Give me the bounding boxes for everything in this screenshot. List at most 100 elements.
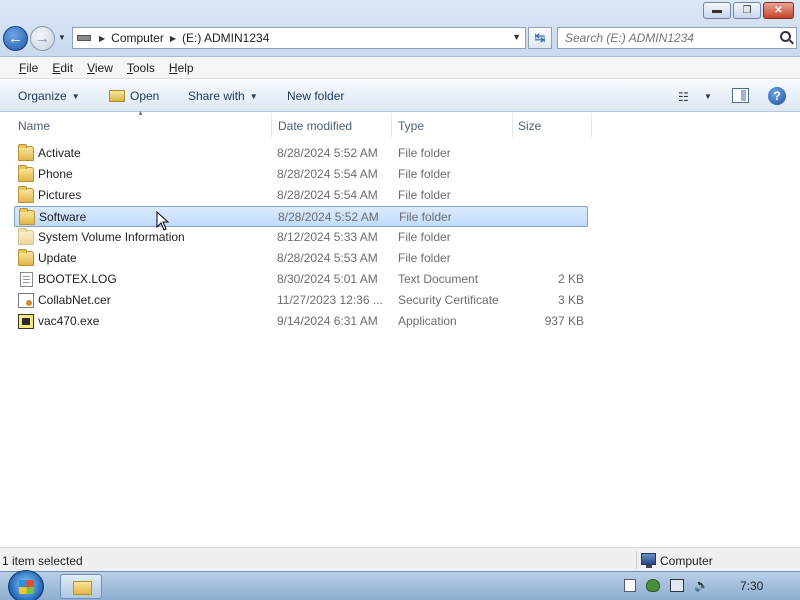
breadcrumb-drive[interactable]: (E:) ADMIN1234: [182, 31, 269, 45]
file-date: 8/28/2024 5:54 AM: [277, 167, 378, 181]
file-name: Pictures: [38, 188, 82, 202]
list-item[interactable]: Pictures 8/28/2024 5:54 AM File folder: [14, 185, 588, 206]
file-date: 9/14/2024 6:31 AM: [277, 314, 378, 328]
sort-ascending-icon: ▲: [137, 110, 144, 117]
computer-icon: [641, 553, 656, 568]
file-size: 937 KB: [544, 314, 584, 328]
file-name: vac470.exe: [38, 314, 100, 328]
column-headers: ▲ Name Date modified Type Size: [0, 110, 800, 137]
file-date: 8/28/2024 5:53 AM: [277, 251, 378, 265]
refresh-button[interactable]: ↹: [528, 27, 552, 49]
application-icon: [18, 314, 34, 329]
start-button[interactable]: [8, 570, 44, 600]
notification-document-icon[interactable]: [624, 579, 636, 592]
folder-icon: [18, 144, 34, 161]
file-date: 8/30/2024 5:01 AM: [277, 272, 378, 286]
help-icon[interactable]: ?: [768, 87, 786, 105]
change-view-icon[interactable]: ☷: [678, 90, 689, 104]
file-type: File folder: [398, 146, 451, 160]
file-name: Software: [39, 210, 87, 224]
menu-view[interactable]: View: [87, 61, 113, 75]
column-divider[interactable]: [591, 113, 592, 137]
column-divider[interactable]: [391, 113, 392, 137]
file-type: File folder: [398, 251, 451, 265]
forward-button[interactable]: →: [30, 26, 55, 51]
new-folder-button[interactable]: New folder: [287, 89, 344, 103]
close-button[interactable]: ✕: [763, 2, 794, 19]
chevron-right-icon[interactable]: ▶: [99, 34, 105, 43]
file-name: Phone: [38, 167, 73, 181]
breadcrumb-computer[interactable]: Computer: [111, 31, 164, 45]
file-date: 8/28/2024 5:52 AM: [277, 146, 378, 160]
folder-icon: [18, 186, 34, 203]
back-button[interactable]: ←: [3, 26, 28, 51]
search-box[interactable]: [557, 27, 797, 49]
search-icon[interactable]: [780, 31, 791, 42]
column-type[interactable]: Type: [398, 119, 424, 133]
list-item[interactable]: Activate 8/28/2024 5:52 AM File folder: [14, 143, 588, 164]
list-item[interactable]: CollabNet.cer 11/27/2023 12:36 ... Secur…: [14, 290, 588, 311]
folder-icon: [18, 249, 34, 266]
file-type: Text Document: [398, 272, 479, 286]
file-date: 8/28/2024 5:52 AM: [278, 210, 379, 224]
list-item[interactable]: System Volume Information 8/12/2024 5:33…: [14, 227, 588, 248]
taskbar-explorer-button[interactable]: [60, 574, 102, 599]
maximize-button[interactable]: ❐: [733, 2, 761, 19]
file-name: BOOTEX.LOG: [38, 272, 117, 286]
list-item[interactable]: Phone 8/28/2024 5:54 AM File folder: [14, 164, 588, 185]
status-location: Computer: [660, 554, 713, 568]
preview-pane-icon[interactable]: [732, 88, 749, 103]
certificate-icon: [18, 293, 34, 308]
document-icon: [20, 272, 33, 287]
file-date: 11/27/2023 12:36 ...: [277, 293, 383, 307]
menu-tools[interactable]: Tools: [127, 61, 155, 75]
organize-label: Organize: [18, 89, 67, 103]
column-divider[interactable]: [271, 113, 272, 137]
file-name: Update: [38, 251, 77, 265]
organize-button[interactable]: Organize ▼: [18, 89, 80, 103]
chevron-down-icon: ▼: [71, 91, 80, 101]
chevron-down-icon: ▼: [249, 91, 258, 101]
file-type: File folder: [398, 167, 451, 181]
list-item[interactable]: vac470.exe 9/14/2024 6:31 AM Application…: [14, 311, 588, 332]
menu-help[interactable]: Help: [169, 61, 194, 75]
file-date: 8/28/2024 5:54 AM: [277, 188, 378, 202]
chevron-right-icon[interactable]: ▶: [170, 34, 176, 43]
menu-bar: File Edit View Tools Help: [0, 57, 800, 79]
file-type: File folder: [398, 188, 451, 202]
column-divider[interactable]: [512, 113, 513, 137]
file-type: File folder: [398, 230, 451, 244]
status-bar: 1 item selected Computer: [0, 547, 800, 571]
file-type: File folder: [399, 210, 452, 224]
address-dropdown-icon[interactable]: ▼: [512, 32, 521, 42]
file-name: System Volume Information: [38, 230, 185, 244]
menu-file[interactable]: File: [19, 61, 38, 75]
network-icon[interactable]: [670, 579, 684, 592]
open-button[interactable]: Open: [109, 89, 159, 103]
share-with-button[interactable]: Share with ▼: [188, 89, 258, 103]
column-name[interactable]: Name: [18, 119, 50, 133]
drive-icon: [77, 35, 91, 41]
open-folder-icon: [109, 90, 125, 102]
file-date: 8/12/2024 5:33 AM: [277, 230, 378, 244]
list-item[interactable]: Update 8/28/2024 5:53 AM File folder: [14, 248, 588, 269]
search-input[interactable]: [565, 31, 765, 45]
list-item-selected[interactable]: Software 8/28/2024 5:52 AM File folder: [14, 206, 588, 227]
file-name: Activate: [38, 146, 81, 160]
list-item[interactable]: BOOTEX.LOG 8/30/2024 5:01 AM Text Docume…: [14, 269, 588, 290]
view-options-dropdown-icon[interactable]: ▼: [704, 92, 712, 101]
recent-pages-dropdown-icon[interactable]: ▼: [58, 33, 66, 42]
clock[interactable]: 7:30: [740, 579, 763, 593]
file-size: 2 KB: [557, 272, 584, 286]
volume-icon[interactable]: 🔈: [694, 578, 709, 592]
column-date-modified[interactable]: Date modified: [278, 119, 352, 133]
column-size[interactable]: Size: [518, 119, 541, 133]
taskbar: 🔈 7:30: [0, 570, 800, 600]
file-type: Application: [398, 314, 457, 328]
action-center-flag-icon[interactable]: [646, 579, 660, 592]
minimize-button[interactable]: ▬: [703, 2, 731, 19]
address-bar[interactable]: ▶ Computer ▶ (E:) ADMIN1234 ▼: [72, 27, 526, 49]
status-divider: [636, 551, 637, 569]
folder-icon: [18, 165, 34, 182]
menu-edit[interactable]: Edit: [52, 61, 73, 75]
